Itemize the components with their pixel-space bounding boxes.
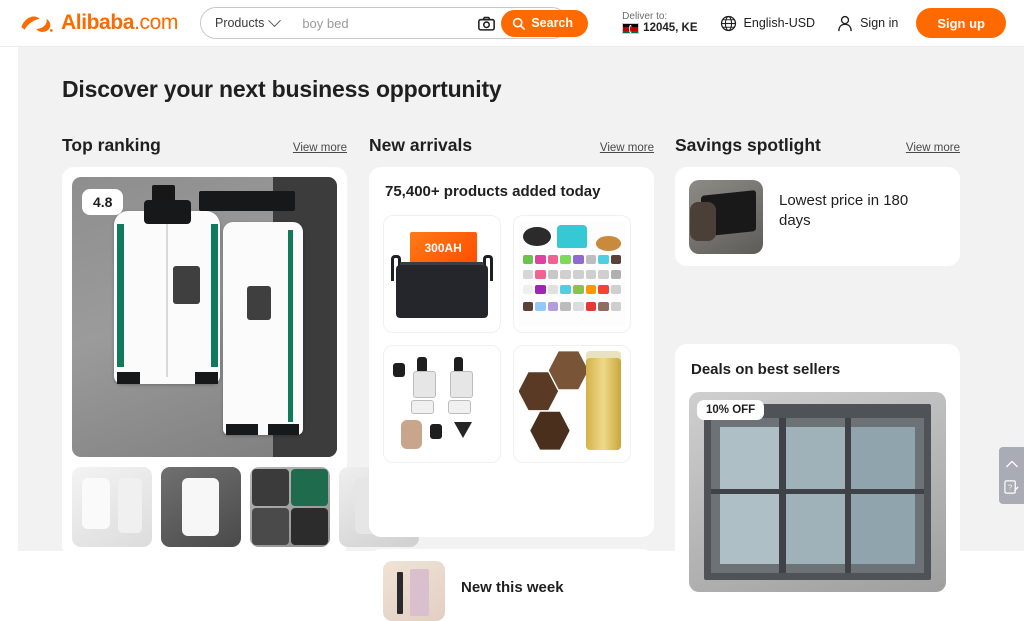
product-pants bbox=[223, 221, 303, 435]
thumbnail-item[interactable] bbox=[250, 467, 330, 547]
new-arrivals-card: 75,400+ products added today 300AH bbox=[369, 167, 654, 537]
deals-card-title: Deals on best sellers bbox=[691, 361, 841, 378]
top-ranking-thumbnail-list bbox=[72, 467, 419, 547]
deal-product-image[interactable]: 10% OFF bbox=[689, 392, 946, 592]
chevron-down-icon bbox=[268, 13, 282, 27]
wax-stick-body bbox=[585, 357, 621, 451]
sign-in-link[interactable]: Sign in bbox=[837, 15, 898, 32]
language-label: English-USD bbox=[743, 16, 816, 30]
thumbnail-item[interactable] bbox=[72, 467, 152, 547]
top-ranking-view-more[interactable]: View more bbox=[293, 142, 347, 154]
sign-up-button[interactable]: Sign up bbox=[916, 8, 1006, 38]
svg-text:?: ? bbox=[1008, 482, 1012, 491]
camera-icon bbox=[478, 16, 496, 31]
globe-icon bbox=[720, 15, 736, 31]
savings-spotlight-header: Savings spotlight View more bbox=[675, 135, 960, 156]
back-to-top-button[interactable] bbox=[1003, 454, 1020, 474]
search-icon bbox=[513, 17, 526, 30]
site-header: Alibaba.com Products Search Deliver to: bbox=[0, 0, 1024, 47]
new-arrivals-title: New arrivals bbox=[369, 135, 473, 155]
new-arrivals-header: New arrivals View more bbox=[369, 135, 654, 156]
sign-in-label: Sign in bbox=[860, 16, 899, 30]
camera-kit-image bbox=[391, 353, 493, 455]
lowest-price-image bbox=[689, 180, 763, 254]
top-ranking-card: 4.8 bbox=[62, 167, 419, 557]
new-arrivals-view-more[interactable]: View more bbox=[600, 142, 654, 154]
search-button[interactable]: Search bbox=[501, 9, 589, 37]
search-input[interactable] bbox=[302, 15, 479, 31]
logo-wordmark: Alibaba.com bbox=[61, 11, 178, 35]
lowest-price-label: Lowest price in 180 days bbox=[779, 192, 909, 229]
baking-set-image bbox=[518, 220, 626, 328]
kenya-flag-icon bbox=[622, 23, 640, 35]
battery-body bbox=[395, 264, 489, 319]
new-this-week-label: New this week bbox=[461, 579, 564, 596]
savings-spotlight-title: Savings spotlight bbox=[675, 135, 821, 155]
logo-text-bold: Alibaba bbox=[61, 11, 135, 34]
language-currency-selector[interactable]: English-USD bbox=[720, 15, 816, 32]
search-bar: Products Search bbox=[199, 7, 589, 39]
user-icon bbox=[838, 15, 852, 31]
search-category-select[interactable]: Products bbox=[214, 13, 282, 30]
top-ranking-header: Top ranking View more bbox=[62, 135, 347, 156]
top-ranking-hero-image[interactable]: 4.8 bbox=[72, 177, 337, 457]
alibaba-logo[interactable]: Alibaba.com bbox=[18, 0, 178, 47]
search-category-label: Products bbox=[214, 16, 265, 30]
window-frame bbox=[704, 404, 931, 580]
new-arrivals-card-title: 75,400+ products added today bbox=[385, 183, 601, 200]
product-jacket bbox=[114, 200, 221, 385]
savings-spotlight-view-more[interactable]: View more bbox=[906, 142, 960, 154]
help-feedback-icon: ? bbox=[1004, 480, 1019, 494]
chevron-up-icon bbox=[1005, 460, 1018, 468]
rating-badge: 4.8 bbox=[82, 189, 124, 215]
floating-action-bar: ? bbox=[999, 447, 1024, 504]
product-tile-battery[interactable]: 300AH bbox=[383, 215, 501, 333]
left-gutter bbox=[0, 47, 18, 551]
top-ranking-title: Top ranking bbox=[62, 135, 161, 155]
new-arrivals-grid: 300AH bbox=[383, 215, 631, 463]
search-button-label: Search bbox=[531, 16, 574, 30]
product-tile-camera-kit[interactable] bbox=[383, 345, 501, 463]
window-inner bbox=[711, 418, 924, 573]
new-this-week-card[interactable]: New this week bbox=[369, 549, 654, 621]
deals-on-best-sellers-card: Deals on best sellers 10% OFF bbox=[675, 344, 960, 599]
camera-search-button[interactable] bbox=[478, 11, 496, 35]
new-this-week-image bbox=[383, 561, 445, 621]
help-feedback-button[interactable]: ? bbox=[1003, 477, 1020, 497]
battery-capacity-badge: 300AH bbox=[409, 232, 477, 265]
hero-rail bbox=[199, 191, 295, 211]
deliver-to-value: 12045, KE bbox=[643, 22, 698, 35]
discount-badge: 10% OFF bbox=[697, 400, 765, 420]
alibaba-logo-icon bbox=[21, 16, 53, 32]
deliver-to-selector[interactable]: Deliver to: 12045, KE bbox=[622, 10, 698, 36]
header-right-group: Deliver to: 12045, KE English-USD Sign i… bbox=[622, 8, 1006, 38]
deliver-to-value-group: 12045, KE bbox=[622, 22, 698, 35]
lowest-price-card[interactable]: Lowest price in 180 days bbox=[675, 167, 960, 266]
thumbnail-item[interactable] bbox=[161, 467, 241, 547]
deliver-to-label: Deliver to: bbox=[622, 10, 668, 22]
product-tile-wax-stick[interactable] bbox=[513, 345, 631, 463]
page-body: Discover your next business opportunity … bbox=[0, 47, 1024, 621]
product-tile-baking-set[interactable] bbox=[513, 215, 631, 333]
page-title: Discover your next business opportunity bbox=[62, 76, 502, 102]
logo-text-light: .com bbox=[134, 11, 178, 34]
